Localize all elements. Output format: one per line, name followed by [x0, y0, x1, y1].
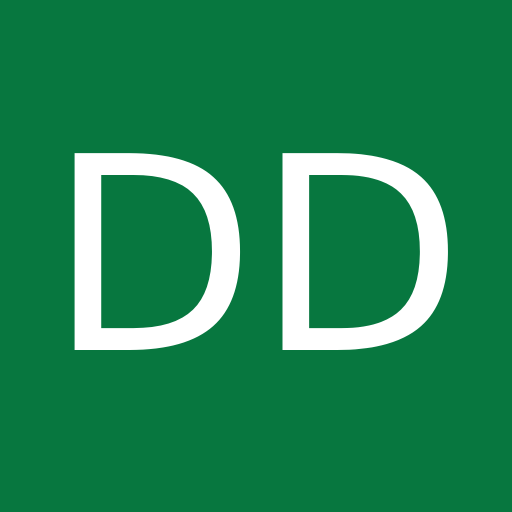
avatar: DD: [0, 0, 512, 512]
avatar-initials: DD: [48, 99, 464, 414]
